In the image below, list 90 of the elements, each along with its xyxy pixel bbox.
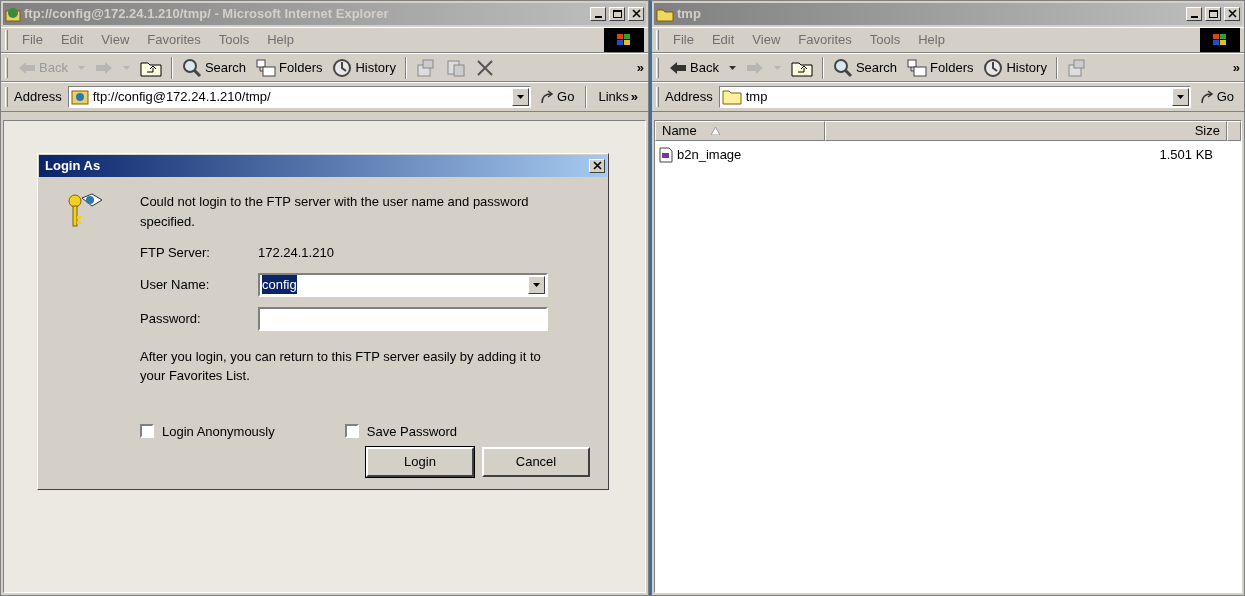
move-to-icon (1066, 57, 1087, 78)
close-icon (1226, 9, 1238, 19)
back-button[interactable]: Back (665, 55, 723, 80)
close-button[interactable] (589, 159, 605, 173)
minimize-button[interactable] (1186, 7, 1202, 21)
maximize-icon (611, 9, 623, 19)
more-button[interactable]: » (1232, 57, 1240, 78)
globe-folder-icon (5, 6, 21, 22)
button-label: Search (204, 58, 247, 77)
checkbox[interactable]: Save Password (344, 421, 458, 441)
button-label: Back (39, 58, 68, 77)
minimize-button[interactable] (590, 7, 606, 21)
button-label: History (1006, 58, 1047, 77)
back-arrow-icon (18, 60, 36, 75)
address-text: tmp (745, 88, 768, 107)
move-to-icon (415, 57, 436, 78)
go-arrow-icon (539, 89, 556, 105)
close-icon (630, 9, 642, 19)
go-button[interactable]: Go (1192, 87, 1240, 107)
minimize-icon (594, 16, 602, 18)
go-button[interactable]: Go (533, 87, 581, 107)
file-row[interactable]: b2n_image 1.501 KB (655, 141, 1241, 169)
address-field[interactable]: tmp (718, 86, 1191, 108)
minimize-icon (1190, 16, 1198, 18)
search-icon (181, 57, 202, 78)
password-field[interactable] (258, 306, 548, 331)
close-icon (591, 161, 603, 171)
history-button[interactable]: History (979, 55, 1051, 80)
copy-to-icon (445, 57, 466, 78)
message-text: Could not login to the FTP server with the user name and password specified. (140, 193, 530, 231)
button-label: Folders (279, 58, 323, 77)
folders-icon (256, 58, 277, 77)
clock-icon (332, 57, 353, 78)
search-button[interactable]: Search (828, 55, 902, 80)
folder-icon (721, 89, 742, 105)
button-label: Folders (930, 58, 974, 77)
caret-icon (773, 65, 781, 70)
server-address: 172.24.1.210 (258, 244, 335, 262)
note-text: After you login, you can return to this FTP server easily by adding it to your Favorites List. (140, 347, 542, 385)
button-label: Go (557, 88, 575, 107)
button-label: Back (690, 58, 719, 77)
address-text: ftp://config@172.24.1.210/tmp/ (92, 88, 271, 107)
dialog-title: Login As (44, 157, 102, 176)
history-button[interactable]: History (328, 55, 400, 80)
folders-icon (907, 58, 928, 77)
globe-folder-icon (70, 89, 89, 105)
go-arrow-icon (1198, 89, 1215, 105)
close-button[interactable] (628, 7, 644, 21)
login-button[interactable]: Login (366, 447, 474, 477)
column-header[interactable]: Size (825, 121, 1227, 141)
close-button[interactable] (1224, 7, 1240, 21)
combo-box[interactable]: config (258, 272, 548, 297)
caret-icon (517, 95, 525, 99)
more-button[interactable]: » (636, 57, 644, 78)
checkbox[interactable]: Login Anonymously (140, 421, 275, 441)
address-field[interactable]: ftp://config@172.24.1.210/tmp/ (67, 86, 532, 108)
cancel-button[interactable]: Cancel (482, 447, 590, 477)
forward-arrow-icon (94, 60, 113, 75)
address-label: Address (665, 88, 713, 107)
field-label: FTP Server: (140, 244, 211, 262)
delete-x-icon (475, 58, 494, 77)
file-icon (659, 146, 673, 163)
windows-logo (604, 28, 644, 52)
column-header[interactable]: Name (655, 121, 825, 141)
caret-icon (728, 65, 736, 70)
field-label: User Name: (140, 275, 211, 294)
caret-icon (122, 65, 130, 70)
folder-icon (656, 6, 674, 22)
field-label: Password: (140, 309, 202, 328)
search-button[interactable]: Search (177, 55, 251, 80)
links-button[interactable]: Links» (592, 87, 644, 107)
address-label: Address (14, 88, 62, 107)
windows-logo (1200, 28, 1240, 52)
maximize-button[interactable] (1205, 7, 1221, 21)
button-label: Search (855, 58, 898, 77)
caret-icon (533, 282, 540, 287)
window-title: tmp (677, 5, 702, 24)
field-value: config (262, 274, 297, 295)
button-label: Go (1216, 88, 1234, 107)
maximize-icon (1207, 9, 1219, 19)
search-icon (832, 57, 853, 78)
button-label: History (355, 58, 396, 77)
caret-icon (77, 65, 85, 70)
caret-icon (1176, 95, 1184, 99)
folders-button[interactable]: Folders (252, 55, 327, 80)
folders-button[interactable]: Folders (903, 55, 978, 80)
forward-arrow-icon (745, 60, 764, 75)
clock-icon (983, 57, 1004, 78)
maximize-button[interactable] (609, 7, 625, 21)
back-arrow-icon (669, 60, 687, 75)
